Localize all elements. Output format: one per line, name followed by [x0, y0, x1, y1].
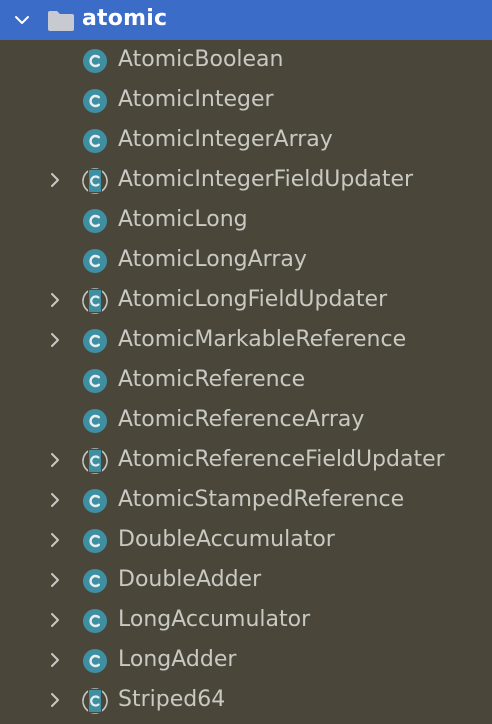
abstract-class-icon — [82, 448, 108, 474]
chevron-right-icon[interactable] — [46, 611, 64, 629]
class-icon — [82, 608, 108, 634]
tree-node-label: AtomicLong — [118, 207, 248, 232]
tree-node-class[interactable]: AtomicIntegerFieldUpdater — [0, 160, 492, 200]
class-icon — [82, 128, 108, 154]
chevron-right-icon[interactable] — [46, 331, 64, 349]
class-icon — [82, 648, 108, 674]
tree-node-class[interactable]: DoubleAccumulator — [0, 520, 492, 560]
tree-node-class[interactable]: AtomicBoolean — [0, 40, 492, 80]
class-icon — [82, 408, 108, 434]
chevron-down-icon[interactable] — [12, 10, 32, 30]
class-icon — [82, 488, 108, 514]
tree-node-class[interactable]: AtomicLongArray — [0, 240, 492, 280]
tree-node-label: AtomicReferenceArray — [118, 407, 365, 432]
class-icon — [82, 248, 108, 274]
tree-node-class[interactable]: AtomicReferenceFieldUpdater — [0, 440, 492, 480]
class-icon — [82, 368, 108, 394]
tree-node-label: AtomicInteger — [118, 87, 274, 112]
class-icon — [82, 88, 108, 114]
tree-node-label: LongAccumulator — [118, 607, 311, 632]
tree-node-label: DoubleAccumulator — [118, 527, 335, 552]
project-tree: atomic AtomicBoolean AtomicInteger AtomicI… — [0, 0, 492, 724]
tree-node-atomic[interactable]: atomic — [0, 0, 492, 40]
tree-node-label: AtomicLongArray — [118, 247, 307, 272]
chevron-right-icon[interactable] — [46, 691, 64, 709]
class-icon — [82, 528, 108, 554]
tree-node-label: Striped64 — [118, 687, 226, 712]
class-icon — [82, 328, 108, 354]
tree-node-label: AtomicLongFieldUpdater — [118, 287, 388, 312]
tree-node-class[interactable]: AtomicIntegerArray — [0, 120, 492, 160]
tree-node-label: AtomicReferenceFieldUpdater — [118, 447, 445, 472]
tree-node-class[interactable]: Striped64 — [0, 680, 492, 720]
tree-node-label: LongAdder — [118, 647, 237, 672]
class-icon — [82, 568, 108, 594]
folder-icon — [47, 10, 75, 32]
tree-node-class[interactable]: AtomicMarkableReference — [0, 320, 492, 360]
tree-node-class[interactable]: AtomicReferenceArray — [0, 400, 492, 440]
tree-node-class[interactable]: DoubleAdder — [0, 560, 492, 600]
chevron-right-icon[interactable] — [46, 571, 64, 589]
class-icon — [82, 208, 108, 234]
tree-node-class[interactable]: AtomicLong — [0, 200, 492, 240]
chevron-right-icon[interactable] — [46, 651, 64, 669]
tree-node-class[interactable]: AtomicReference — [0, 360, 492, 400]
tree-node-label: AtomicIntegerFieldUpdater — [118, 167, 414, 192]
chevron-right-icon[interactable] — [46, 451, 64, 469]
tree-node-label: DoubleAdder — [118, 567, 262, 592]
abstract-class-icon — [82, 288, 108, 314]
chevron-right-icon[interactable] — [46, 171, 64, 189]
tree-node-label: atomic — [82, 6, 168, 31]
tree-node-label: AtomicStampedReference — [118, 487, 405, 512]
abstract-class-icon — [82, 168, 108, 194]
tree-node-class[interactable]: AtomicStampedReference — [0, 480, 492, 520]
tree-node-class[interactable]: LongAdder — [0, 640, 492, 680]
tree-node-label: AtomicIntegerArray — [118, 127, 333, 152]
tree-node-label: AtomicMarkableReference — [118, 327, 407, 352]
chevron-right-icon[interactable] — [46, 491, 64, 509]
tree-node-label: AtomicBoolean — [118, 47, 284, 72]
tree-node-class[interactable]: LongAccumulator — [0, 600, 492, 640]
tree-node-label: AtomicReference — [118, 367, 306, 392]
class-icon — [82, 48, 108, 74]
tree-node-class[interactable]: AtomicInteger — [0, 80, 492, 120]
abstract-class-icon — [82, 688, 108, 714]
chevron-right-icon[interactable] — [46, 291, 64, 309]
tree-node-class[interactable]: AtomicLongFieldUpdater — [0, 280, 492, 320]
chevron-right-icon[interactable] — [46, 531, 64, 549]
